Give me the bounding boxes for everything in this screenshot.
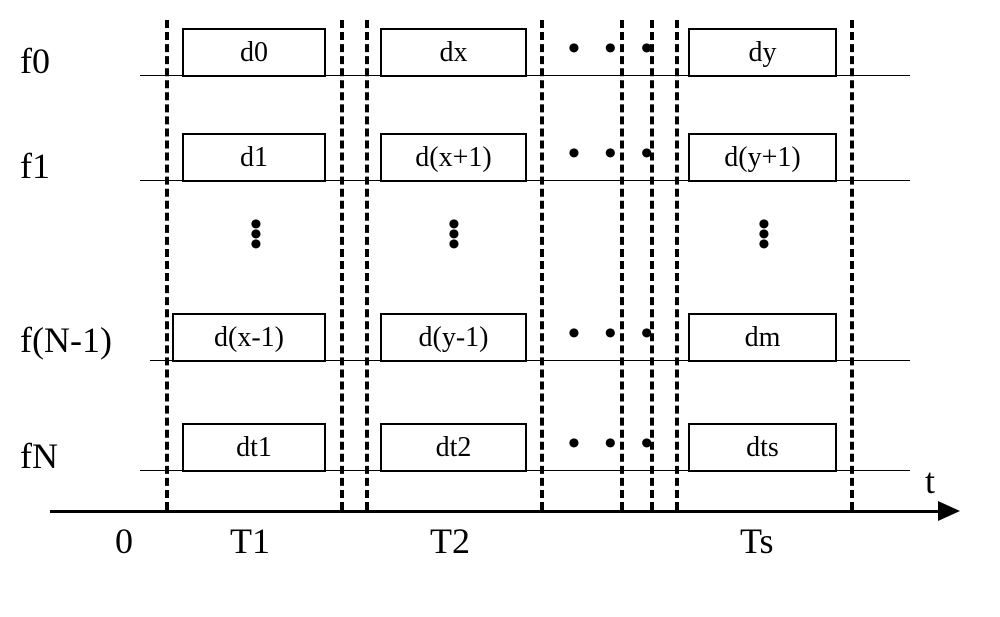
row-f1: f1 d1 d(x+1) • • • d(y+1)	[20, 125, 980, 205]
cell: d(y+1)	[688, 133, 837, 182]
axis-arrowhead	[938, 501, 960, 521]
row-label: f0	[20, 40, 50, 82]
ellipsis-h: • • •	[568, 315, 661, 353]
axis-tick: Ts	[740, 520, 774, 562]
row-f0: f0 d0 dx • • • dy	[20, 20, 980, 100]
cell: d(x+1)	[380, 133, 527, 182]
diagram-container: f0 d0 dx • • • dy f1 d1 d(x+1) • • • d(y…	[20, 20, 980, 600]
cell: dy	[688, 28, 837, 77]
cell: d1	[182, 133, 326, 182]
row-label: fN	[20, 435, 58, 477]
row-label: f(N-1)	[20, 319, 112, 361]
ellipsis-h: • • •	[568, 425, 661, 463]
cell: dm	[688, 313, 837, 362]
ellipsis-v: •••	[758, 220, 770, 250]
row-fNm1: f(N-1) d(x-1) d(y-1) • • • dm	[20, 305, 980, 385]
ellipsis-v: •••	[250, 220, 262, 250]
cell: d(y-1)	[380, 313, 527, 362]
row-fN: fN dt1 dt2 • • • dts	[20, 415, 980, 495]
ellipsis-h: • • •	[568, 135, 661, 173]
time-axis	[50, 510, 940, 513]
cell: dts	[688, 423, 837, 472]
ellipsis-v: •••	[448, 220, 460, 250]
cell: dt1	[182, 423, 326, 472]
cell: d0	[182, 28, 326, 77]
axis-origin: 0	[115, 520, 133, 562]
row-label: f1	[20, 145, 50, 187]
cell: d(x-1)	[172, 313, 326, 362]
axis-tick: T2	[430, 520, 470, 562]
axis-tick: T1	[230, 520, 270, 562]
axis-variable: t	[925, 460, 935, 502]
cell: dx	[380, 28, 527, 77]
cell: dt2	[380, 423, 527, 472]
ellipsis-h: • • •	[568, 30, 661, 68]
